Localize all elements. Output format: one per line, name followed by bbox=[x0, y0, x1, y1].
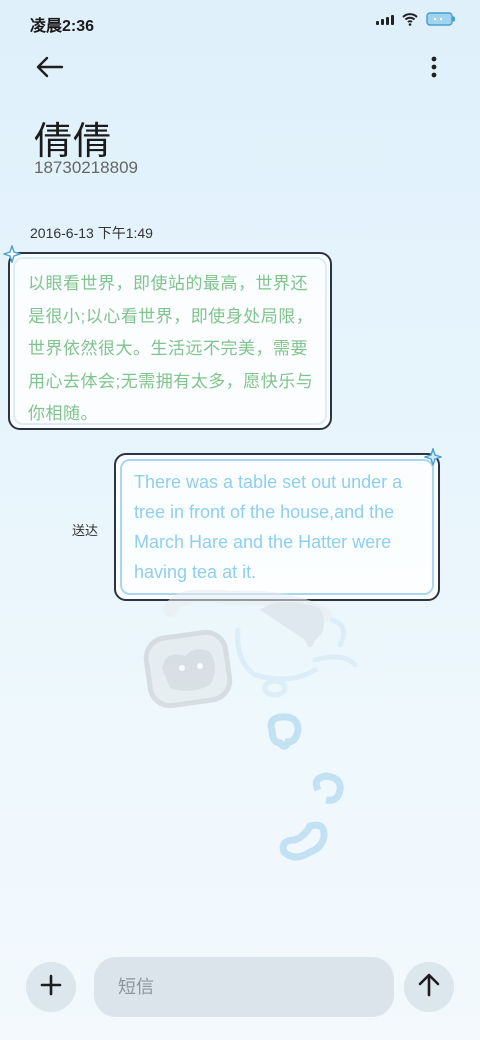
add-attachment-button[interactable] bbox=[26, 962, 76, 1012]
outgoing-message-text: There was a table set out under a tree i… bbox=[134, 472, 403, 582]
send-button[interactable] bbox=[404, 962, 454, 1012]
sparkle-icon bbox=[1, 243, 23, 268]
outgoing-message-bubble[interactable]: There was a table set out under a tree i… bbox=[114, 453, 440, 601]
back-button[interactable] bbox=[32, 54, 68, 84]
send-arrow-icon bbox=[418, 973, 440, 1002]
message-input[interactable] bbox=[94, 957, 394, 1017]
contact-name: 倩倩 bbox=[34, 121, 113, 163]
signal-icon bbox=[376, 13, 394, 25]
contact-number: 18730218809 bbox=[34, 158, 139, 177]
status-time: 凌晨2:36 bbox=[30, 18, 95, 35]
battery-icon bbox=[426, 12, 456, 26]
mascot-illustration bbox=[140, 588, 370, 880]
status-icons bbox=[376, 12, 456, 26]
wifi-icon bbox=[402, 12, 418, 26]
back-arrow-icon bbox=[36, 56, 64, 83]
more-vertical-icon bbox=[431, 56, 437, 83]
status-bar: 凌晨2:36 bbox=[0, 0, 480, 42]
message-timestamp: 2016-6-13 下午1:49 bbox=[30, 225, 153, 241]
sparkle-icon bbox=[422, 446, 444, 471]
delivery-status: 送达 bbox=[72, 523, 99, 538]
incoming-message-bubble[interactable]: 以眼看世界，即使站的最高，世界还是很小;以心看世界，即使身处局限，世界依然很大。… bbox=[8, 252, 332, 430]
plus-icon bbox=[40, 974, 62, 1001]
more-options-button[interactable] bbox=[422, 54, 446, 84]
incoming-message-text: 以眼看世界，即使站的最高，世界还是很小;以心看世界，即使身处局限，世界依然很大。… bbox=[28, 274, 314, 423]
